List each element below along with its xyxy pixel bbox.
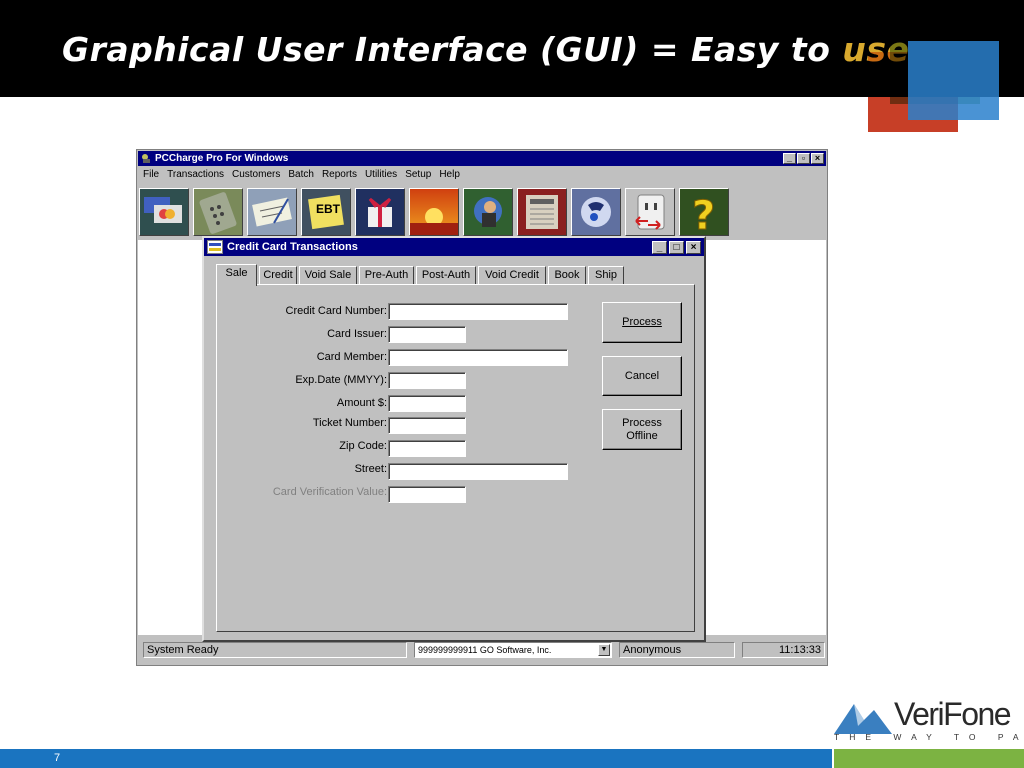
user-field: Anonymous <box>619 642 735 658</box>
status-text: System Ready <box>143 642 407 658</box>
dialog-title: Credit Card Transactions <box>227 241 358 253</box>
reports-icon[interactable] <box>517 188 567 236</box>
credit-card-dialog: Credit Card Transactions _ □ × Sale Cred… <box>202 236 706 642</box>
menu-setup[interactable]: Setup <box>401 167 435 183</box>
menu-file[interactable]: File <box>139 167 163 183</box>
street-field[interactable] <box>388 463 568 480</box>
status-bar: System Ready 999999999911 GO Software, I… <box>138 639 826 663</box>
street-label: Street: <box>354 463 387 475</box>
customer-icon[interactable] <box>463 188 513 236</box>
exp-date-field[interactable] <box>388 372 466 389</box>
restore-button[interactable]: ▫ <box>797 153 810 164</box>
cancel-button[interactable]: Cancel <box>602 356 682 396</box>
help-glyph: ? <box>692 193 715 235</box>
decorative-square-blue <box>908 41 999 120</box>
footer-accent-bar <box>834 749 1024 768</box>
tab-post-auth[interactable]: Post-Auth <box>416 266 476 284</box>
tab-void-credit[interactable]: Void Credit <box>478 266 546 284</box>
ebt-label: EBT <box>316 202 341 216</box>
dialog-maximize-button[interactable]: □ <box>669 241 684 254</box>
dialog-close-button[interactable]: × <box>686 241 701 254</box>
process-offline-button[interactable]: Process Offline <box>602 409 682 450</box>
process-button[interactable]: Process <box>602 302 682 343</box>
page-number: 7 <box>54 752 61 764</box>
zip-code-label: Zip Code: <box>339 440 387 452</box>
phone-icon[interactable] <box>571 188 621 236</box>
tab-ship[interactable]: Ship <box>588 266 624 284</box>
tab-credit[interactable]: Credit <box>259 266 297 284</box>
cancel-label: Cancel <box>624 369 660 382</box>
slide-title: Graphical User Interface (GUI) = Easy to… <box>62 30 910 69</box>
process-offline-label-line2: Offline <box>626 429 658 442</box>
tab-void-sale[interactable]: Void Sale <box>299 266 357 284</box>
credit-cards-icon[interactable] <box>139 188 189 236</box>
merchant-value: 999999999911 GO Software, Inc. <box>418 645 552 655</box>
dialog-minimize-button[interactable]: _ <box>652 241 667 254</box>
ticket-number-label: Ticket Number: <box>312 417 387 429</box>
menu-reports[interactable]: Reports <box>318 167 361 183</box>
credit-card-number-label: Credit Card Number: <box>285 305 387 317</box>
dialog-app-icon <box>207 240 223 254</box>
menu-customers[interactable]: Customers <box>228 167 284 183</box>
menu-utilities[interactable]: Utilities <box>361 167 401 183</box>
merchant-select[interactable]: 999999999911 GO Software, Inc. ▼ <box>414 642 612 658</box>
tab-pre-auth[interactable]: Pre-Auth <box>359 266 414 284</box>
minimize-button[interactable]: _ <box>783 153 796 164</box>
card-issuer-field[interactable] <box>388 326 466 343</box>
close-button[interactable]: × <box>811 153 824 164</box>
logo-text: VeriFone <box>894 696 1012 732</box>
card-member-field[interactable] <box>388 349 568 366</box>
menu-bar: File Transactions Customers Batch Report… <box>139 167 464 183</box>
menu-help[interactable]: Help <box>435 167 464 183</box>
clock: 11:13:33 <box>742 642 825 658</box>
app-icon <box>142 154 150 163</box>
cvv-label: Card Verification Value: <box>272 486 387 498</box>
process-label: Process <box>622 316 662 328</box>
logo-tagline: THE WAY TO PAY™ <box>834 732 1024 742</box>
window-title: PCCharge Pro For Windows <box>155 153 289 164</box>
gift-icon[interactable] <box>355 188 405 236</box>
verifone-logo: VeriFone THE WAY TO PAY™ <box>832 690 1024 746</box>
card-issuer-label: Card Issuer: <box>327 328 387 340</box>
card-member-label: Card Member: <box>316 351 387 363</box>
process-offline-label-line1: Process <box>622 416 662 429</box>
plug-icon[interactable] <box>625 188 675 236</box>
footer-bar <box>0 749 832 768</box>
amount-label: Amount $: <box>336 397 387 409</box>
toolbar: EBT ? <box>138 187 826 239</box>
menu-batch[interactable]: Batch <box>284 167 318 183</box>
amount-field[interactable] <box>388 395 466 412</box>
tab-book[interactable]: Book <box>548 266 586 284</box>
verifone-mark-icon <box>834 704 892 734</box>
window-title-bar[interactable]: PCCharge Pro For Windows _ ▫ × <box>138 151 826 166</box>
sunset-icon[interactable] <box>409 188 459 236</box>
check-icon[interactable] <box>247 188 297 236</box>
sale-panel: Credit Card Number: Card Issuer: Card Me… <box>216 284 695 632</box>
tab-sale[interactable]: Sale <box>216 264 257 286</box>
cvv-field[interactable] <box>388 486 466 503</box>
ebt-icon[interactable]: EBT <box>301 188 351 236</box>
calculator-icon[interactable] <box>193 188 243 236</box>
exp-date-label: Exp.Date (MMYY): <box>295 374 387 386</box>
credit-card-number-field[interactable] <box>388 303 568 320</box>
help-icon[interactable]: ? <box>679 188 729 236</box>
dialog-title-bar[interactable]: Credit Card Transactions _ □ × <box>204 238 704 256</box>
dropdown-arrow-icon[interactable]: ▼ <box>598 644 610 656</box>
ticket-number-field[interactable] <box>388 417 466 434</box>
menu-transactions[interactable]: Transactions <box>163 167 228 183</box>
zip-code-field[interactable] <box>388 440 466 457</box>
